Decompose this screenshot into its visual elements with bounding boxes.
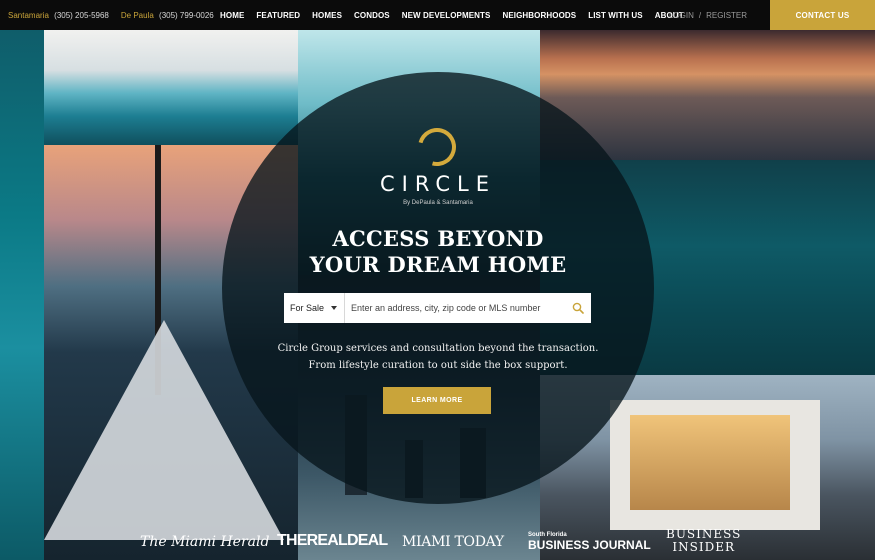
- contact-us-button[interactable]: CONTACT US: [770, 0, 875, 30]
- agent-name: Santamaria: [8, 10, 49, 20]
- tagline-line-1: Circle Group services and consultation b…: [277, 343, 599, 354]
- nav-homes[interactable]: HOMES: [312, 11, 342, 20]
- auth-separator: /: [698, 10, 702, 20]
- sf-business-journal-logo: South Florida BUSINESS JOURNAL: [528, 530, 651, 552]
- top-navigation-bar: Santamaria (305) 205-5968 De Paula (305)…: [0, 0, 875, 30]
- hero-headline: ACCESS BEYOND YOUR DREAM HOME: [222, 226, 654, 278]
- bi-line-2: INSIDER: [672, 540, 735, 554]
- nav-new-developments[interactable]: NEW DEVELOPMENTS: [402, 11, 491, 20]
- villa-windows: [630, 415, 790, 510]
- tagline-line-2: From lifestyle curation to out side the …: [308, 360, 568, 371]
- brand-subtitle: By DePaula & Santamaria: [403, 200, 473, 206]
- miami-herald-logo: The Miami Herald: [140, 534, 270, 550]
- listing-type-value: For Sale: [290, 303, 325, 313]
- sfbj-text: BUSINESS JOURNAL: [528, 538, 651, 552]
- search-input[interactable]: [345, 293, 565, 323]
- agent-name: De Paula: [120, 10, 154, 20]
- bi-line-1: BUSINESS: [666, 527, 742, 541]
- learn-more-button[interactable]: LEARN MORE: [383, 387, 491, 414]
- main-nav: HOME FEATURED HOMES CONDOS NEW DEVELOPME…: [220, 0, 696, 30]
- nav-condos[interactable]: CONDOS: [354, 11, 390, 20]
- nav-featured[interactable]: FEATURED: [256, 11, 300, 20]
- hero-tagline: Circle Group services and consultation b…: [222, 340, 654, 374]
- the-real-deal-logo: THEREALDEAL: [277, 532, 388, 549]
- headline-line-1: ACCESS BEYOND: [332, 226, 544, 251]
- search-icon: [572, 302, 584, 314]
- headline-line-2: YOUR DREAM HOME: [309, 252, 567, 277]
- auth-links: LOGIN / REGISTER: [669, 0, 747, 30]
- register-link[interactable]: REGISTER: [706, 11, 747, 20]
- agent-phone: (305) 799-0026: [159, 10, 214, 20]
- agent-phone: (305) 205-5968: [54, 10, 109, 20]
- nav-home[interactable]: HOME: [220, 11, 244, 20]
- nav-list-with-us[interactable]: LIST WITH US: [588, 11, 643, 20]
- agent-contacts: Santamaria (305) 205-5968 De Paula (305)…: [8, 0, 226, 30]
- press-logos: The Miami Herald THEREALDEAL MIAMI TODAY…: [0, 520, 875, 560]
- agent-depaula[interactable]: De Paula (305) 799-0026: [121, 11, 214, 20]
- search-button[interactable]: [565, 293, 591, 323]
- nav-neighborhoods[interactable]: NEIGHBORHOODS: [502, 11, 576, 20]
- miami-today-logo: MIAMI TODAY: [402, 534, 504, 550]
- pool-water-photo: [0, 30, 44, 560]
- login-link[interactable]: LOGIN: [669, 11, 694, 20]
- business-insider-logo: BUSINESS INSIDER: [666, 528, 741, 554]
- listing-type-select[interactable]: For Sale: [284, 293, 345, 323]
- property-search-bar: For Sale: [284, 293, 591, 323]
- infinity-pool-photo: [44, 30, 298, 145]
- agent-santamaria[interactable]: Santamaria (305) 205-5968: [8, 11, 109, 20]
- chevron-down-icon: [331, 306, 337, 310]
- brand-wordmark: CIRCLE: [379, 172, 497, 196]
